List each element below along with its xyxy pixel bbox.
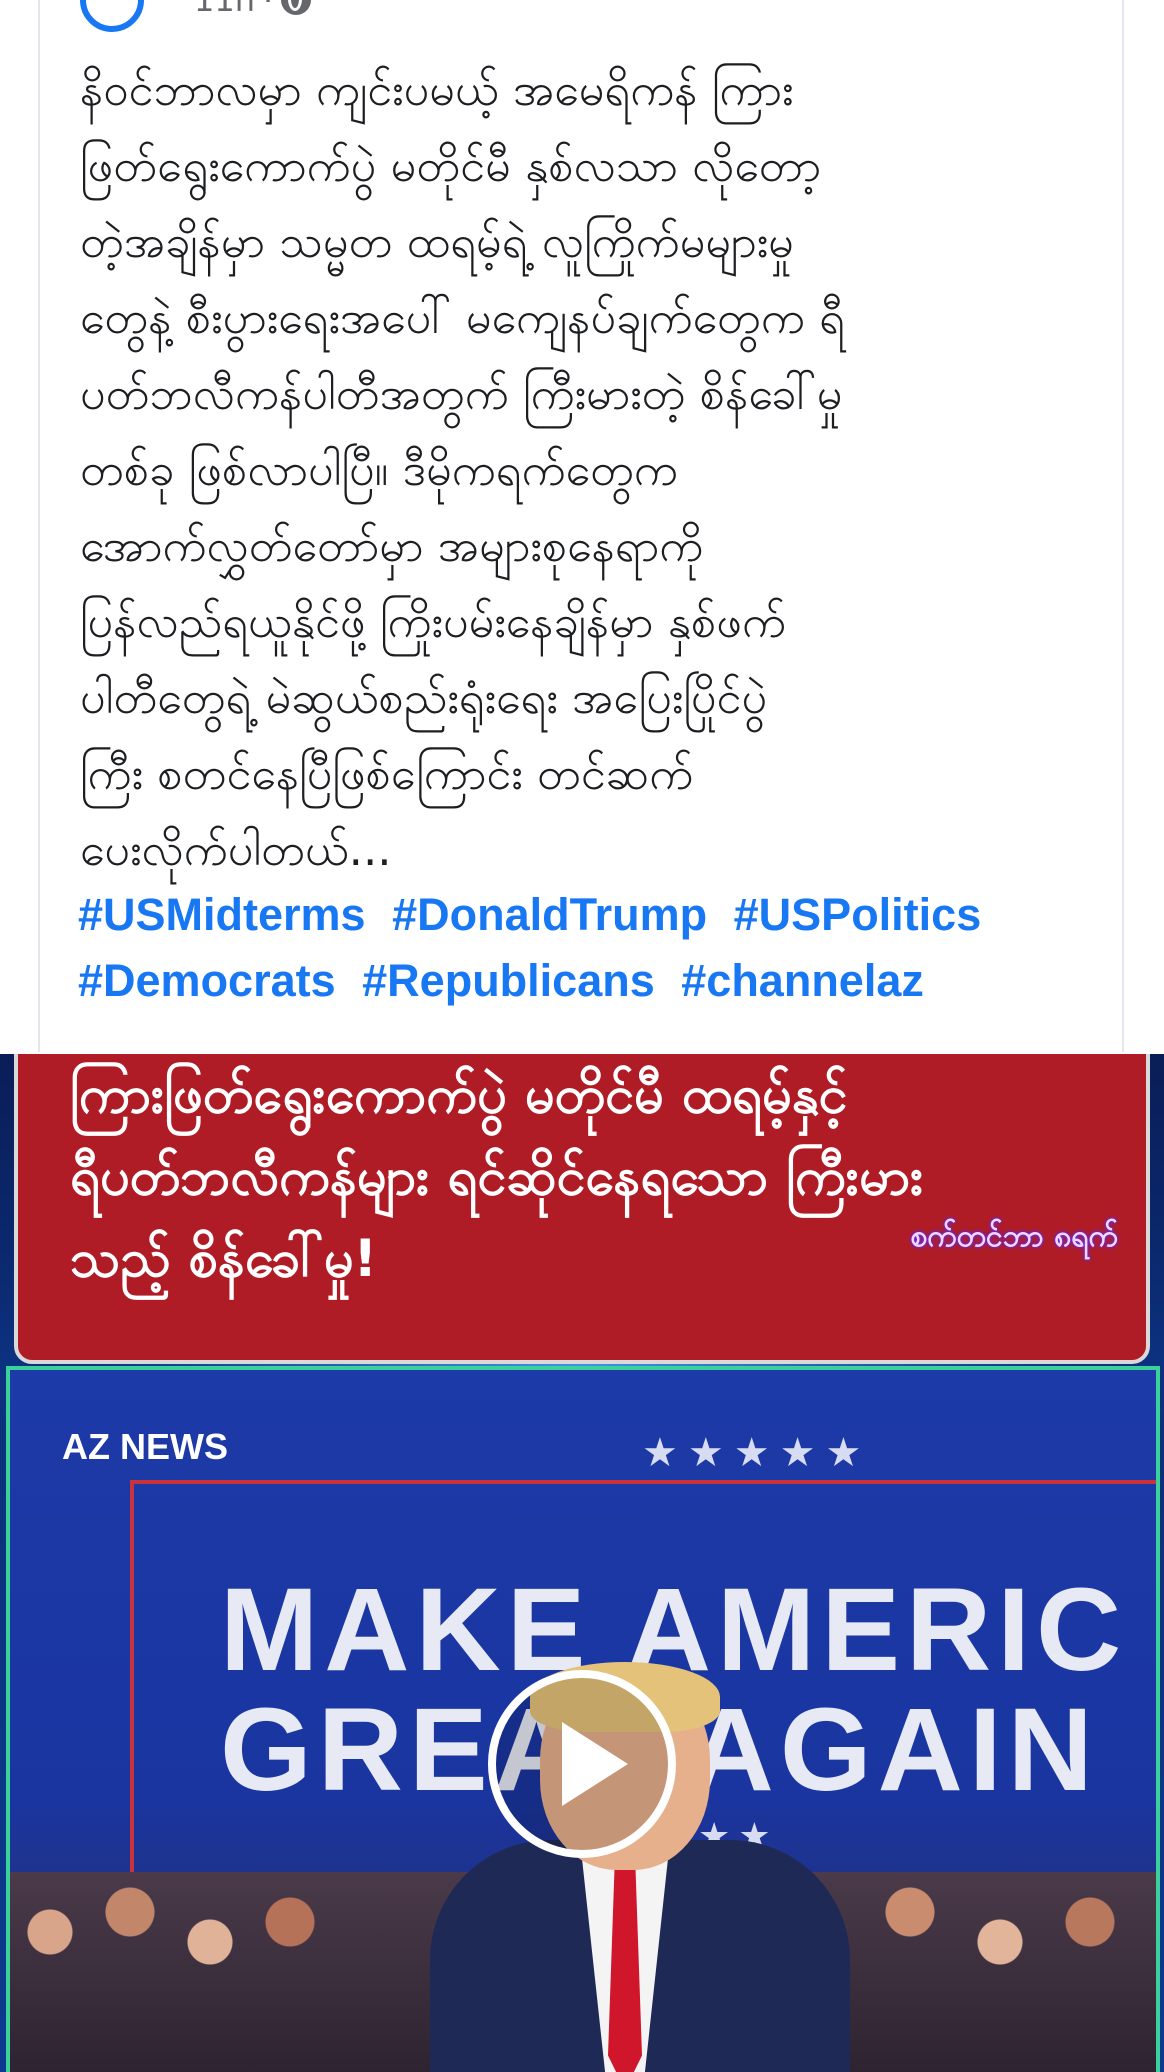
sign-stars: ★★★★★ [642, 1430, 872, 1476]
post-card-border-right [1122, 0, 1124, 1052]
hashtag-link[interactable]: #USMidterms [78, 889, 366, 940]
az-news-logo: AZ NEWS [62, 1426, 228, 1467]
play-icon [562, 1722, 628, 1806]
post-video-media[interactable]: ကြားဖြတ်ရွေးကောက်ပွဲ မတိုင်မီ ထရမ့်နှင့်… [0, 1054, 1164, 2072]
hashtag-list: #USMidterms #DonaldTrump #USPolitics #De… [78, 882, 1118, 1014]
banner-headline: ကြားဖြတ်ရွေးကောက်ပွဲ မတိုင်မီ ထရမ့်နှင့်… [70, 1065, 924, 1289]
video-play-button[interactable] [488, 1670, 676, 1858]
timestamp-separator: · [263, 0, 274, 19]
post-card-border-left [38, 0, 40, 1052]
hashtag-link[interactable]: #Republicans [362, 955, 655, 1006]
banner-date-tag: စက်တင်ဘာ ၈ရက် [910, 1219, 1118, 1254]
headline-banner: ကြားဖြတ်ရွေးကောက်ပွဲ မတိုင်မီ ထရမ့်နှင့်… [14, 1054, 1150, 1364]
post-header: 11h · [80, 0, 312, 32]
hashtag-link[interactable]: #DonaldTrump [392, 889, 707, 940]
hashtag-link[interactable]: #channelaz [681, 955, 924, 1006]
hashtag-link[interactable]: #USPolitics [734, 889, 982, 940]
post-body-text: နိဝင်ဘာလမှာ ကျင်းပမယ့် အမေရိကန် ကြား ဖြတ… [80, 63, 846, 876]
globe-icon [281, 0, 312, 15]
post-timestamp[interactable]: 11h [194, 0, 255, 19]
hashtag-link[interactable]: #Democrats [78, 955, 336, 1006]
page-avatar[interactable] [80, 0, 144, 32]
